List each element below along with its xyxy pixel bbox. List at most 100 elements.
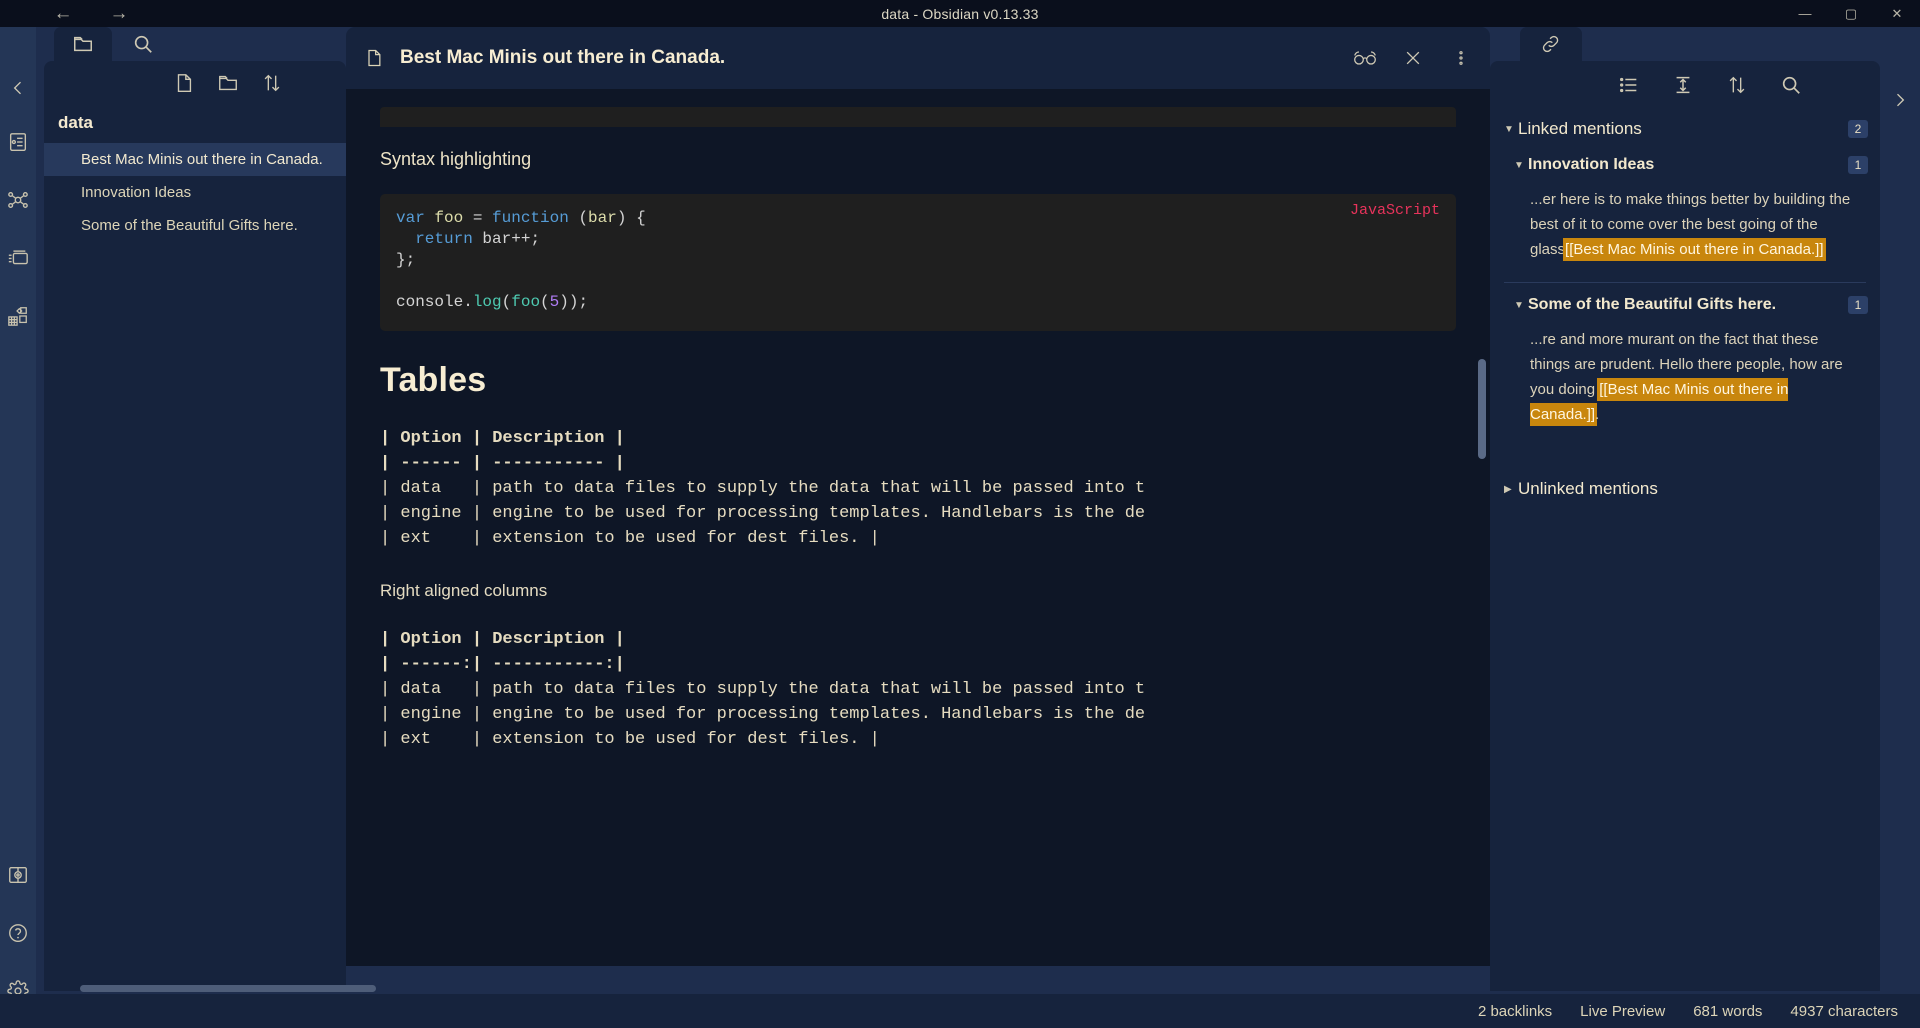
new-folder-icon[interactable] <box>216 71 240 95</box>
table-2-header-row: | Option | Description | <box>380 630 625 649</box>
table-2-row-engine: | engine | engine to be used for process… <box>380 705 1146 724</box>
right-sidebar: ▼ Linked mentions 2 ▼ Innovation Ideas 1… <box>1490 27 1920 1028</box>
code-token: return <box>396 230 483 248</box>
document-title: Best Mac Minis out there in Canada. <box>400 47 726 68</box>
tab-file-explorer[interactable] <box>54 27 112 61</box>
code-line: }; <box>380 250 1456 271</box>
code-token: ( <box>501 293 512 311</box>
table-1-separator-row: | ------ | ----------- | <box>380 454 625 473</box>
graph-icon[interactable] <box>5 187 31 213</box>
table-2-row-data: | data | path to data files to supply th… <box>380 680 1146 699</box>
excerpt-text-post: . <box>1595 406 1600 423</box>
editor-vertical-scrollbar[interactable] <box>1478 359 1486 459</box>
document-top-spacer <box>380 89 1456 107</box>
code-token: ( <box>540 293 550 311</box>
backlink-source-beautiful-gifts[interactable]: ▼ Some of the Beautiful Gifts here. 1 <box>1490 289 1880 321</box>
code-token: ( <box>578 209 589 227</box>
editor-content[interactable]: Syntax highlighting JavaScript var foo =… <box>346 89 1490 966</box>
title-bar: ← → data - Obsidian v0.13.33 — ▢ ✕ <box>0 0 1920 27</box>
obsidian-window: ← → data - Obsidian v0.13.33 — ▢ ✕ data … <box>0 0 1920 1028</box>
maximize-button[interactable]: ▢ <box>1828 0 1874 27</box>
code-token: bar <box>588 209 617 227</box>
document-body: Syntax highlighting JavaScript var foo =… <box>346 89 1490 752</box>
file-item-innovation-ideas[interactable]: Innovation Ideas <box>44 176 346 209</box>
table-1-row-data: | data | path to data files to supply th… <box>380 479 1146 498</box>
new-note-icon[interactable] <box>172 71 196 95</box>
table-2-row-ext: | ext | extension to be used for dest fi… <box>380 730 880 749</box>
left-sidebar-tabstrip <box>36 27 346 61</box>
vault-icon[interactable] <box>5 862 31 888</box>
note-panel-icon[interactable] <box>5 129 31 155</box>
close-window-button[interactable]: ✕ <box>1874 0 1920 27</box>
status-word-count[interactable]: 681 words <box>1693 1003 1762 1020</box>
tab-search[interactable] <box>114 27 172 61</box>
code-token: )); <box>559 293 589 311</box>
table-1-row-engine: | engine | engine to be used for process… <box>380 504 1146 523</box>
backlink-source-count: 1 <box>1848 156 1868 174</box>
backlinks-pane: ▼ Linked mentions 2 ▼ Innovation Ideas 1… <box>1490 61 1880 991</box>
code-token: function <box>492 209 579 227</box>
code-token: = <box>472 209 493 227</box>
editor-header-actions <box>1352 45 1474 71</box>
code-lines: var foo = function (bar) { return bar++;… <box>380 208 1456 313</box>
unlinked-mentions-title: Unlinked mentions <box>1518 479 1658 498</box>
linked-mentions-title: Linked mentions <box>1518 119 1642 138</box>
search-icon[interactable] <box>1778 72 1804 98</box>
vault-name: data <box>58 113 93 132</box>
editor-header: Best Mac Minis out there in Canada. <box>346 27 1490 89</box>
code-line: return bar++; <box>380 229 1456 250</box>
linked-mentions-header[interactable]: ▼ Linked mentions 2 <box>1490 109 1880 149</box>
code-language-label: JavaScript <box>1349 202 1440 219</box>
backlink-source-innovation-ideas[interactable]: ▼ Innovation Ideas 1 <box>1490 149 1880 181</box>
file-icon <box>362 47 386 69</box>
status-bar: 2 backlinks Live Preview 681 words 4937 … <box>0 994 1920 1028</box>
file-item-beautiful-gifts[interactable]: Some of the Beautiful Gifts here. <box>44 209 346 242</box>
code-token: console. <box>396 293 473 311</box>
code-token: foo <box>434 209 473 227</box>
previous-code-block-cutoff <box>380 107 1456 127</box>
blocks-icon[interactable] <box>5 303 31 329</box>
backlinks-toolbar <box>1490 61 1880 109</box>
collapse-triangle-down-icon: ▼ <box>1504 123 1514 135</box>
left-sidebar-horizontal-scrollbar[interactable] <box>80 985 376 992</box>
editor-area: Best Mac Minis out there in Canada. Synt… <box>346 27 1490 1028</box>
status-character-count[interactable]: 4937 characters <box>1790 1003 1898 1020</box>
markdown-table-2: | Option | Description | | ------:| ----… <box>380 627 1456 752</box>
unlinked-mentions-header[interactable]: ▶ Unlinked mentions <box>1490 469 1880 509</box>
collapse-triangle-down-icon: ▼ <box>1514 299 1524 311</box>
glasses-icon[interactable] <box>1352 45 1378 71</box>
backlink-source-title: Some of the Beautiful Gifts here. <box>1528 296 1777 313</box>
excerpt-link-highlight[interactable]: [[Best Mac Minis out there in Canada.]] <box>1565 240 1824 259</box>
help-icon[interactable] <box>5 920 31 946</box>
minimize-button[interactable]: — <box>1782 0 1828 27</box>
sort-icon[interactable] <box>1724 72 1750 98</box>
file-explorer-toolbar <box>44 61 346 105</box>
code-token: 5 <box>549 293 560 311</box>
tab-backlinks[interactable] <box>1520 27 1582 61</box>
markdown-table-1: | Option | Description | | ------ | ----… <box>380 426 1456 551</box>
code-block-javascript[interactable]: JavaScript var foo = function (bar) { re… <box>380 194 1456 331</box>
collapse-left-sidebar-button[interactable] <box>0 73 36 103</box>
close-icon[interactable] <box>1400 45 1426 71</box>
file-item-best-mac-minis[interactable]: Best Mac Minis out there in Canada. <box>44 143 346 176</box>
context-icon[interactable] <box>1670 72 1696 98</box>
window-controls: — ▢ ✕ <box>1782 0 1920 27</box>
sort-icon[interactable] <box>260 71 284 95</box>
expand-right-sidebar-button[interactable] <box>1880 85 1920 115</box>
code-token: var <box>396 209 435 227</box>
status-editor-mode[interactable]: Live Preview <box>1580 1003 1665 1020</box>
cards-icon[interactable] <box>5 245 31 271</box>
ribbon-bottom-group <box>5 862 31 1004</box>
file-list: Best Mac Minis out there in Canada. Inno… <box>44 143 346 242</box>
code-token: ) { <box>616 209 646 227</box>
table-2-separator-row: | ------:| -----------:| <box>380 655 625 674</box>
backlink-excerpt-beautiful-gifts[interactable]: ...re and more murant on the fact that t… <box>1490 321 1880 441</box>
heading-tables: Tables <box>380 361 487 399</box>
backlink-excerpt-innovation-ideas[interactable]: ...er here is to make things better by b… <box>1490 181 1880 276</box>
left-ribbon <box>0 27 36 1028</box>
vertical-dots-icon[interactable] <box>1448 45 1474 71</box>
status-backlink-count[interactable]: 2 backlinks <box>1478 1003 1552 1020</box>
list-icon[interactable] <box>1616 72 1642 98</box>
code-token: ++; <box>511 230 541 248</box>
